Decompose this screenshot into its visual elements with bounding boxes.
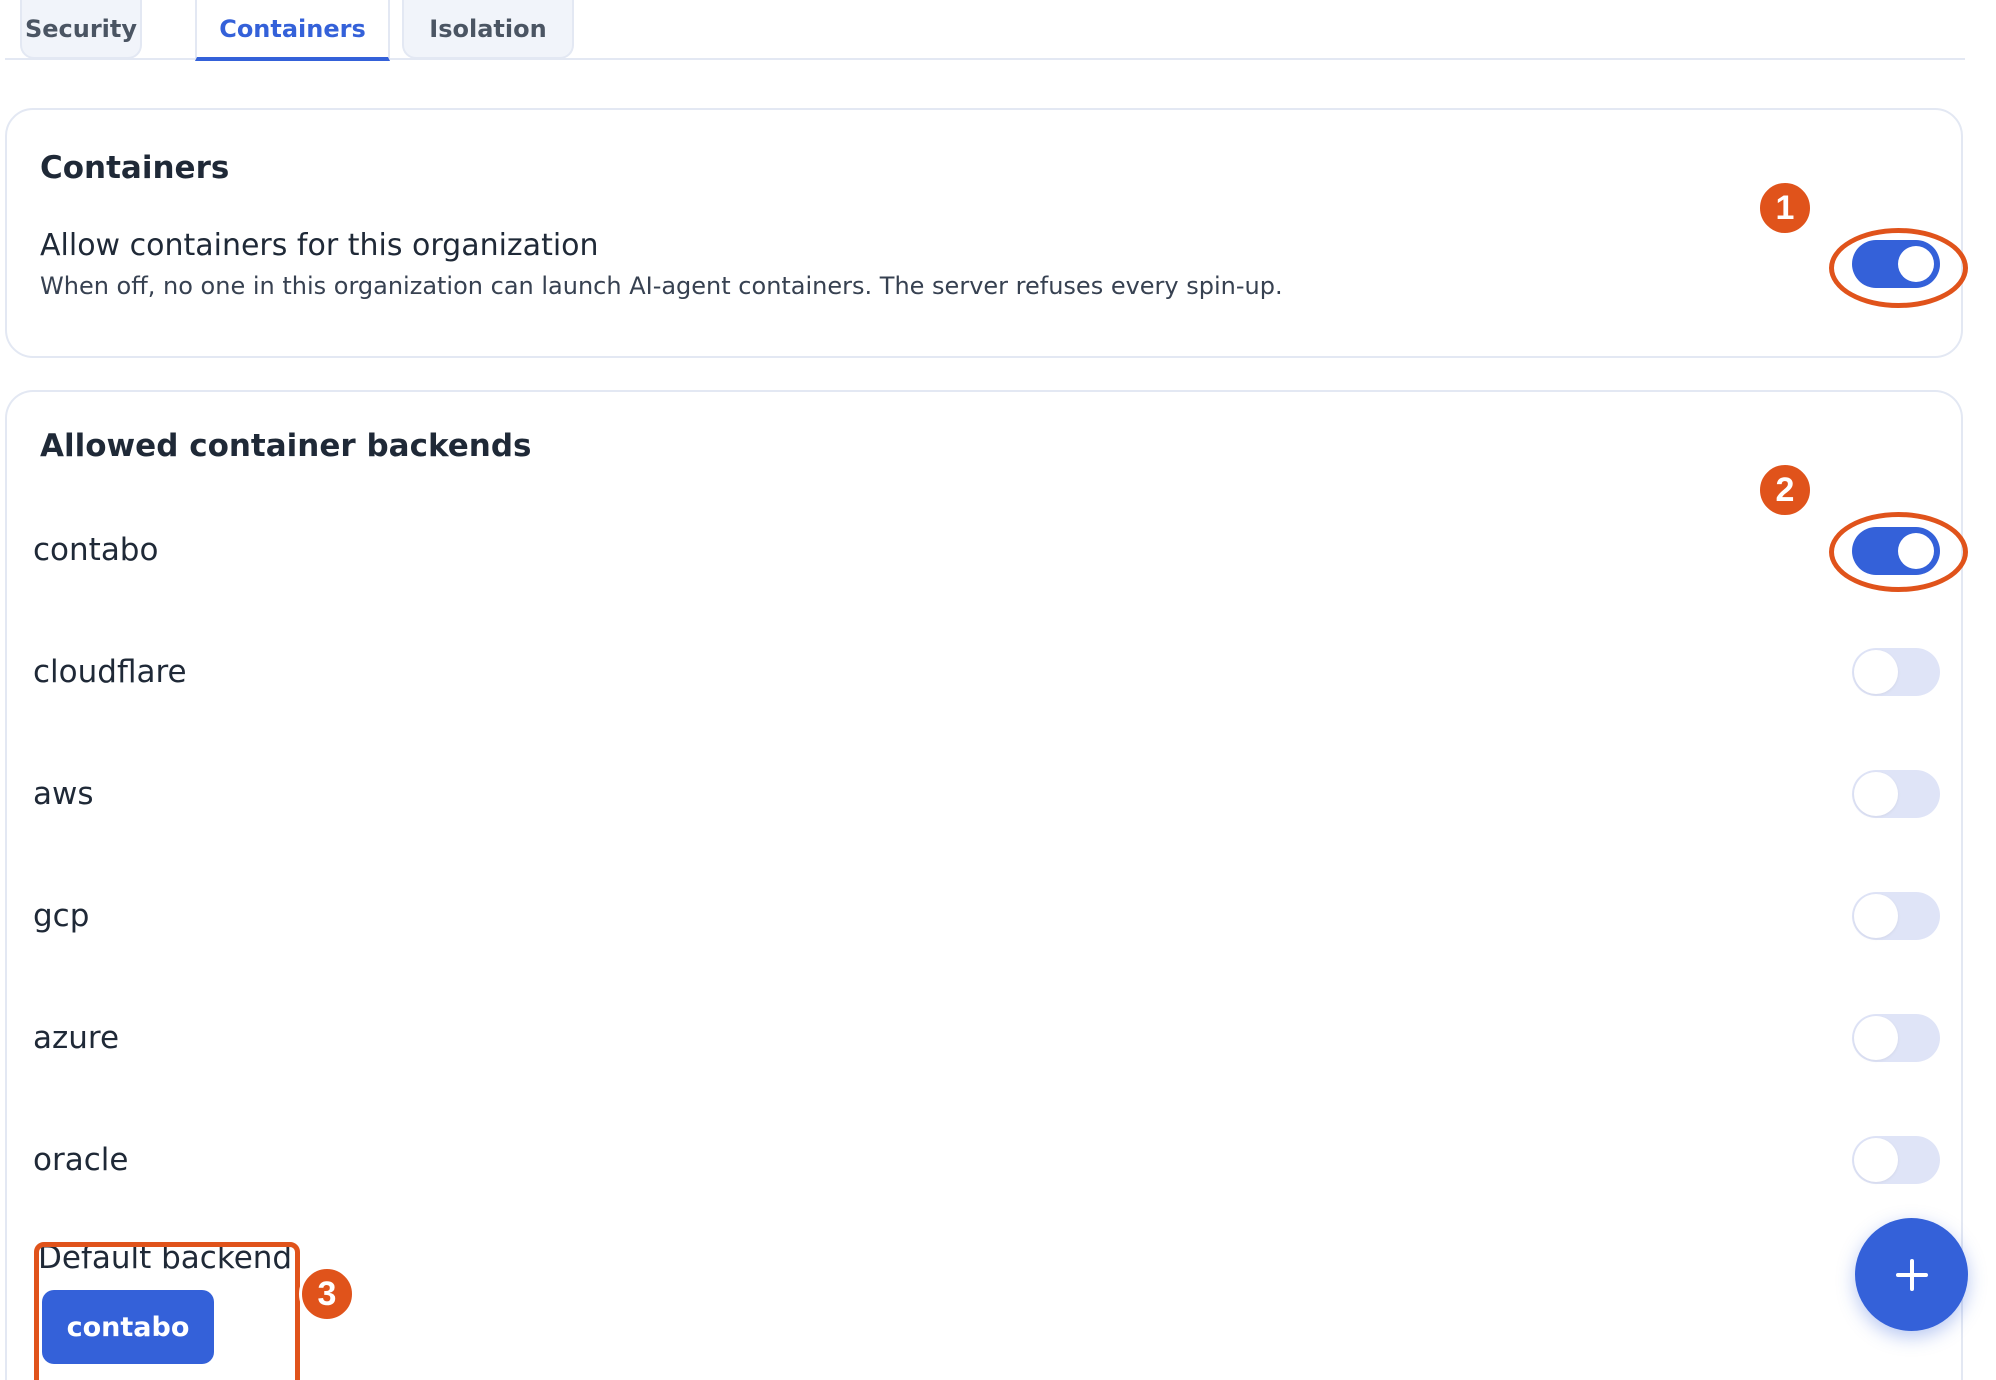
backend-label-contabo: contabo	[33, 532, 159, 568]
toggle-knob	[1854, 772, 1898, 816]
annotation-ring-1	[1829, 228, 1968, 308]
annotation-badge-2: 2	[1757, 462, 1813, 518]
backend-label-aws: aws	[33, 776, 94, 812]
backends-card-title: Allowed container backends	[40, 428, 532, 464]
backend-toggle-azure[interactable]	[1852, 1014, 1940, 1062]
backend-toggle-cloudflare[interactable]	[1852, 648, 1940, 696]
backends-card: Allowed container backends	[5, 390, 1963, 1380]
allow-containers-description: When off, no one in this organization ca…	[40, 272, 1283, 300]
backend-label-oracle: oracle	[33, 1142, 129, 1178]
containers-card-title: Containers	[40, 150, 230, 186]
annotation-badge-3: 3	[299, 1266, 355, 1322]
toggle-knob	[1854, 894, 1898, 938]
tab-isolation[interactable]: Isolation	[402, 0, 574, 59]
tab-containers[interactable]: Containers	[195, 0, 390, 61]
toggle-knob	[1854, 650, 1898, 694]
toggle-knob	[1854, 1016, 1898, 1060]
containers-card: Containers Allow containers for this org…	[5, 108, 1963, 358]
backend-label-azure: azure	[33, 1020, 120, 1056]
backend-label-gcp: gcp	[33, 898, 90, 934]
plus-icon	[1895, 1258, 1928, 1291]
annotation-box-3	[34, 1242, 300, 1380]
backend-toggle-oracle[interactable]	[1852, 1136, 1940, 1184]
backend-toggle-aws[interactable]	[1852, 770, 1940, 818]
backend-toggle-gcp[interactable]	[1852, 892, 1940, 940]
allow-containers-label: Allow containers for this organization	[40, 228, 599, 263]
backend-label-cloudflare: cloudflare	[33, 654, 187, 690]
add-button[interactable]	[1855, 1218, 1968, 1331]
tab-security[interactable]: Security	[20, 0, 142, 59]
tab-bar: Security Containers Isolation	[5, 0, 1965, 61]
toggle-knob	[1854, 1138, 1898, 1182]
annotation-badge-1: 1	[1757, 180, 1813, 236]
annotation-ring-2	[1829, 512, 1968, 592]
